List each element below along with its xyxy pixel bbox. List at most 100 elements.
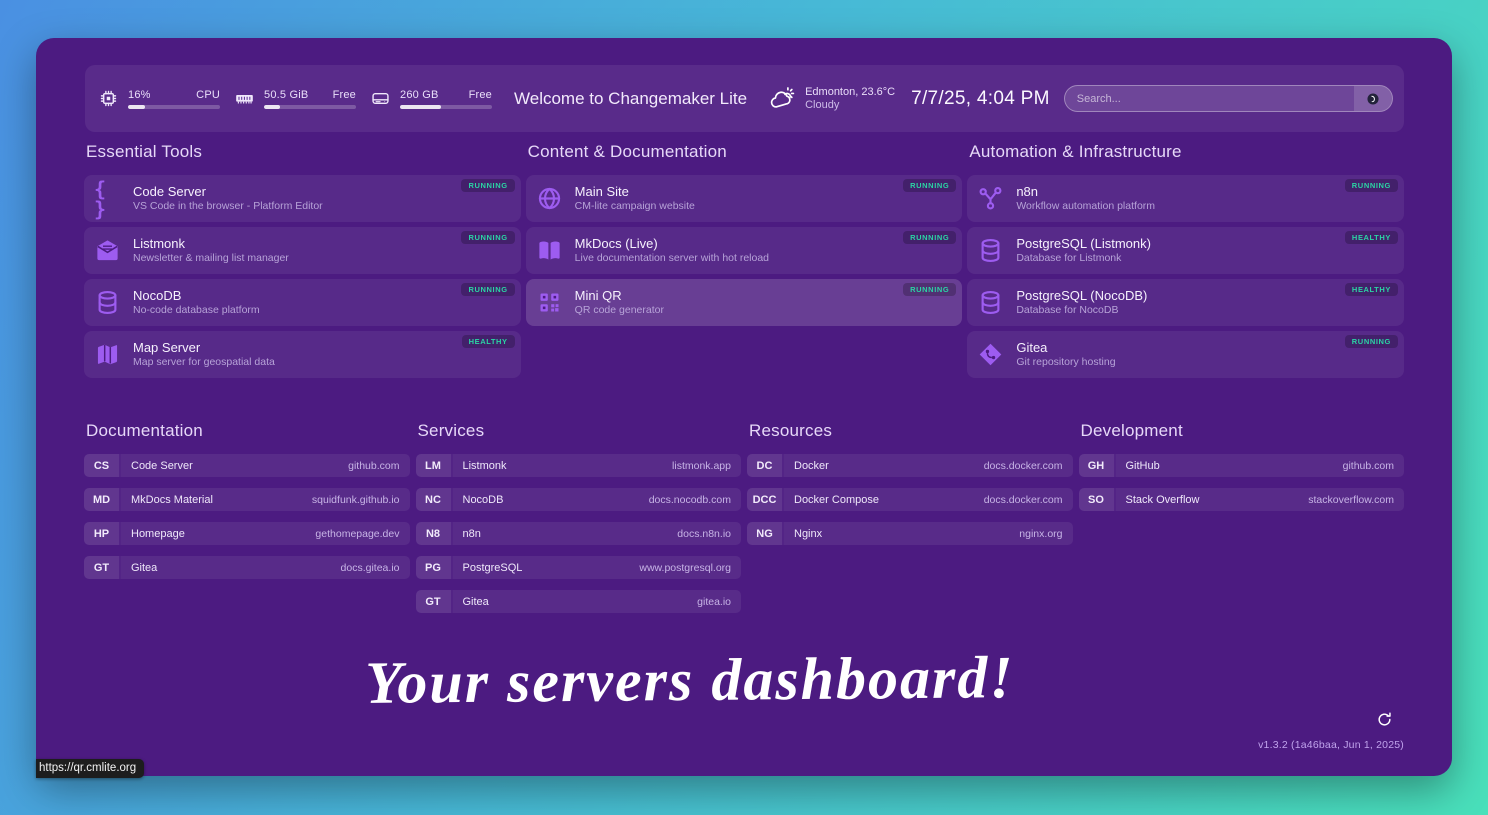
bookmark-name: Docker	[794, 460, 829, 472]
refresh-icon	[1376, 711, 1396, 728]
service-card[interactable]: Main Site CM-lite campaign website RUNNI…	[526, 175, 963, 222]
bookmark-row[interactable]: DCC Docker Compose docs.docker.com	[747, 488, 1073, 511]
service-name: n8n	[1016, 184, 1155, 200]
bookmark-abbr: SO	[1079, 488, 1116, 511]
stat-progress-fill	[400, 105, 441, 109]
service-name: NocoDB	[133, 288, 260, 304]
service-group: Content & Documentation Main Site CM-lit…	[526, 142, 963, 331]
bookmark-row[interactable]: CS Code Server github.com	[84, 454, 410, 477]
bookmark-group: Development GH GitHub github.com SO Stac…	[1079, 421, 1405, 522]
service-name: Listmonk	[133, 236, 289, 252]
bookmark-row[interactable]: GT Gitea gitea.io	[416, 590, 742, 613]
bookmark-row[interactable]: MD MkDocs Material squidfunk.github.io	[84, 488, 410, 511]
bookmark-abbr: DCC	[747, 488, 784, 511]
globe-icon	[536, 185, 563, 212]
service-card[interactable]: NocoDB No-code database platform RUNNING	[84, 279, 521, 326]
service-status-badge: RUNNING	[461, 231, 514, 244]
service-description: Newsletter & mailing list manager	[133, 252, 289, 265]
map-icon	[94, 341, 121, 368]
service-status-badge: RUNNING	[461, 283, 514, 296]
bookmark-row[interactable]: PG PostgreSQL www.postgresql.org	[416, 556, 742, 579]
bookmark-name: Homepage	[131, 528, 185, 540]
resource-stat-widget: 16% CPU	[98, 88, 220, 109]
bookmark-name: Docker Compose	[794, 494, 879, 506]
service-name: MkDocs (Live)	[575, 236, 769, 252]
database-icon	[977, 289, 1004, 316]
service-card[interactable]: MkDocs (Live) Live documentation server …	[526, 227, 963, 274]
bookmark-row[interactable]: GH GitHub github.com	[1079, 454, 1405, 477]
cloudy-sun-icon	[769, 85, 796, 112]
stat-value: 260 GB	[400, 89, 439, 101]
stat-progress-fill	[264, 105, 280, 109]
service-status-badge: HEALTHY	[1345, 231, 1398, 244]
database-icon	[977, 237, 1004, 264]
bookmark-url: docs.docker.com	[984, 494, 1063, 506]
service-description: No-code database platform	[133, 304, 260, 317]
service-description: Git repository hosting	[1016, 356, 1115, 369]
service-description: QR code generator	[575, 304, 664, 317]
stat-progress-track	[128, 105, 220, 109]
bookmark-row[interactable]: SO Stack Overflow stackoverflow.com	[1079, 488, 1405, 511]
bookmark-abbr: CS	[84, 454, 121, 477]
bookmark-name: GitHub	[1126, 460, 1160, 472]
refresh-button[interactable]	[1376, 709, 1396, 729]
service-name: Code Server	[133, 184, 323, 200]
bookmark-abbr: N8	[416, 522, 453, 545]
bookmark-row[interactable]: NG Nginx nginx.org	[747, 522, 1073, 545]
service-status-badge: HEALTHY	[1345, 283, 1398, 296]
search-input[interactable]	[1065, 86, 1354, 111]
bookmark-url: docs.gitea.io	[341, 562, 400, 574]
service-card[interactable]: Map Server Map server for geospatial dat…	[84, 331, 521, 378]
bookmark-row[interactable]: NC NocoDB docs.nocodb.com	[416, 488, 742, 511]
bookmark-name: NocoDB	[463, 494, 504, 506]
service-card[interactable]: n8n Workflow automation platform RUNNING	[967, 175, 1404, 222]
bookmark-name: Code Server	[131, 460, 193, 472]
git-icon	[977, 341, 1004, 368]
disk-icon	[370, 88, 391, 109]
bookmark-url: docs.docker.com	[984, 460, 1063, 472]
bookmark-group-title: Development	[1081, 421, 1405, 441]
service-card[interactable]: { } Code Server VS Code in the browser -…	[84, 175, 521, 222]
service-card[interactable]: Gitea Git repository hosting RUNNING	[967, 331, 1404, 378]
bookmark-name: PostgreSQL	[463, 562, 523, 574]
search-provider-icon	[1366, 92, 1380, 106]
bookmark-row[interactable]: DC Docker docs.docker.com	[747, 454, 1073, 477]
header-card: 16% CPU 50.5 GiB Free 260 GB Free	[85, 65, 1404, 132]
memory-icon	[234, 88, 255, 109]
bookmark-url: docs.nocodb.com	[649, 494, 731, 506]
bookmark-name: Nginx	[794, 528, 822, 540]
service-status-badge: RUNNING	[461, 179, 514, 192]
bookmark-row[interactable]: HP Homepage gethomepage.dev	[84, 522, 410, 545]
resource-stat-widget: 260 GB Free	[370, 88, 492, 109]
bookmark-row[interactable]: LM Listmonk listmonk.app	[416, 454, 742, 477]
bookmark-row[interactable]: GT Gitea docs.gitea.io	[84, 556, 410, 579]
bookmark-abbr: GT	[84, 556, 121, 579]
service-card[interactable]: PostgreSQL (Listmonk) Database for Listm…	[967, 227, 1404, 274]
stat-progress-fill	[128, 105, 145, 109]
cpu-icon	[98, 88, 119, 109]
weather-widget[interactable]: Edmonton, 23.6°C Cloudy	[769, 85, 895, 112]
service-name: PostgreSQL (Listmonk)	[1016, 236, 1151, 252]
service-description: Live documentation server with hot reloa…	[575, 252, 769, 265]
bookmark-name: MkDocs Material	[131, 494, 213, 506]
service-name: Mini QR	[575, 288, 664, 304]
service-description: Map server for geospatial data	[133, 356, 275, 369]
service-card[interactable]: Mini QR QR code generator RUNNING	[526, 279, 963, 326]
service-card[interactable]: Listmonk Newsletter & mailing list manag…	[84, 227, 521, 274]
weather-condition: Cloudy	[805, 99, 895, 112]
service-card[interactable]: PostgreSQL (NocoDB) Database for NocoDB …	[967, 279, 1404, 326]
service-status-badge: RUNNING	[903, 283, 956, 296]
bookmark-abbr: NG	[747, 522, 784, 545]
search-button[interactable]	[1354, 86, 1392, 111]
weather-location-temp: Edmonton, 23.6°C	[805, 86, 895, 99]
bookmark-groups: Documentation CS Code Server github.com …	[84, 421, 1404, 624]
bookmark-row[interactable]: N8 n8n docs.n8n.io	[416, 522, 742, 545]
tagline-text: Your servers dashboard!	[0, 640, 1398, 721]
bookmark-url: github.com	[348, 460, 399, 472]
service-name: Map Server	[133, 340, 275, 356]
service-description: CM-lite campaign website	[575, 200, 695, 213]
book-icon	[536, 237, 563, 264]
resource-stat-widget: 50.5 GiB Free	[234, 88, 356, 109]
bookmark-group: Documentation CS Code Server github.com …	[84, 421, 410, 590]
braces-icon: { }	[94, 185, 121, 212]
